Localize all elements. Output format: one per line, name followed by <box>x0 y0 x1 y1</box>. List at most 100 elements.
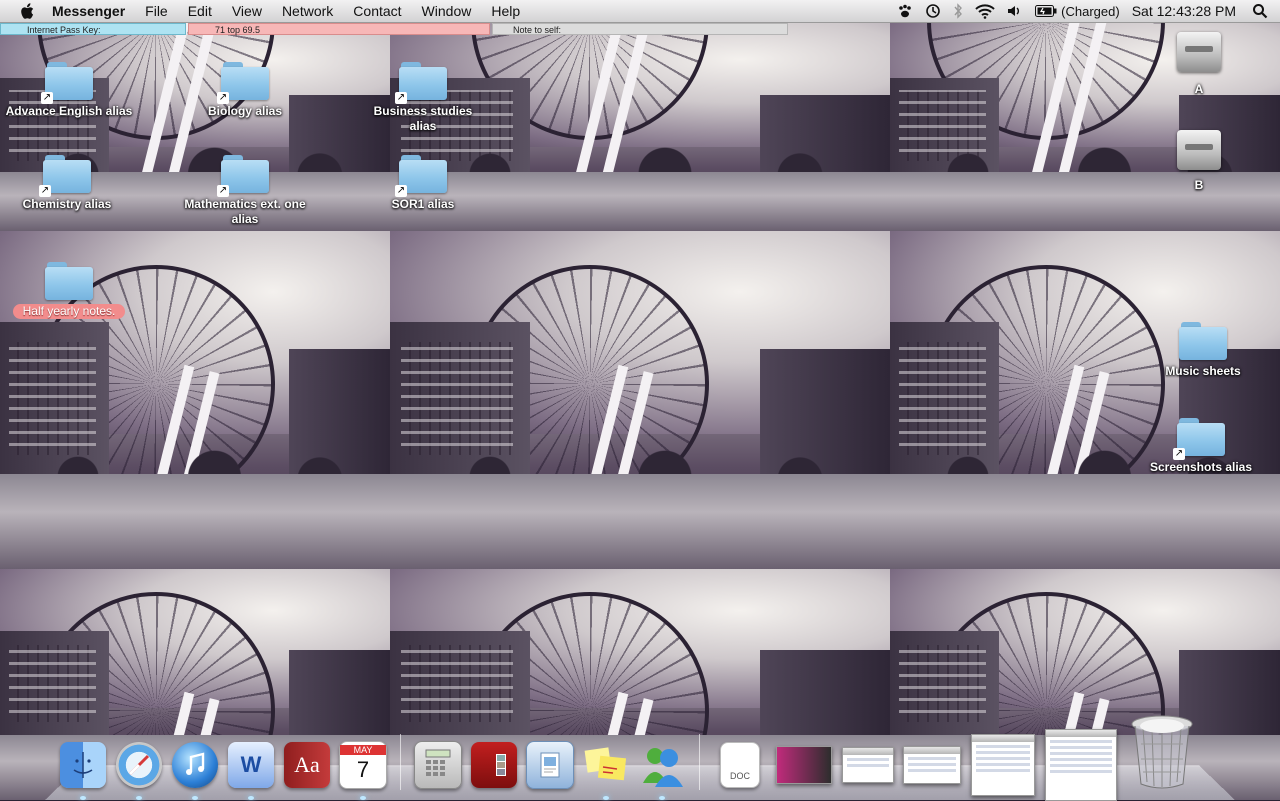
menu-edit[interactable]: Edit <box>178 0 222 22</box>
battery-status[interactable]: (Charged) <box>1029 4 1126 19</box>
sticky-note-self[interactable]: Note to self: <box>492 23 788 35</box>
desktop-icon-label: Music sheets <box>1165 364 1241 378</box>
spotlight-icon[interactable] <box>1246 3 1280 19</box>
desktop-wallpaper <box>0 22 1280 800</box>
folder-icon <box>45 262 93 300</box>
wifi-icon[interactable] <box>969 3 1001 19</box>
bluetooth-icon[interactable] <box>947 3 969 19</box>
menu-file[interactable]: File <box>135 0 178 22</box>
sticky-note-score[interactable]: 71 top 69.5 <box>188 23 490 35</box>
document-icon: DOC <box>720 742 760 788</box>
battery-text: (Charged) <box>1061 3 1120 19</box>
dock-calculator[interactable] <box>413 740 463 790</box>
window-thumbnail <box>971 734 1035 796</box>
dock-minimized-safari-window[interactable] <box>774 740 834 790</box>
window-thumbnail <box>903 746 961 784</box>
menu-help[interactable]: Help <box>481 0 530 22</box>
dock-safari[interactable] <box>114 740 164 800</box>
desktop-icon-sor1[interactable]: ↗ SOR1 alias <box>348 155 498 212</box>
menu-network[interactable]: Network <box>272 0 343 22</box>
folder-icon: ↗ <box>395 155 447 197</box>
dock-minimized-messenger-window-3[interactable] <box>1044 729 1118 801</box>
dock-ical[interactable]: MAY 7 <box>338 740 388 800</box>
dock-minimized-safari-window-2[interactable] <box>902 740 962 790</box>
ical-icon: MAY 7 <box>339 741 387 789</box>
word-icon: W <box>228 742 274 788</box>
dock-preview[interactable] <box>525 740 575 790</box>
menu-window[interactable]: Window <box>412 0 482 22</box>
dock-finder[interactable] <box>58 740 108 800</box>
window-thumbnail <box>776 746 832 784</box>
folder-icon: ↗ <box>41 62 93 104</box>
folder-icon: ↗ <box>39 155 91 197</box>
dock-dictionary[interactable]: Aa <box>282 740 332 790</box>
itunes-icon <box>172 742 218 788</box>
stickies-icon <box>583 742 629 788</box>
desktop-icon-screenshots[interactable]: ↗ Screenshots alias <box>1126 418 1276 475</box>
finder-icon <box>60 742 106 788</box>
menu-view[interactable]: View <box>222 0 272 22</box>
dock-itunes[interactable] <box>170 740 220 800</box>
folder-icon: ↗ <box>1173 418 1225 460</box>
window-thumbnail <box>1045 729 1117 801</box>
desktop-icon-label: Chemistry alias <box>22 197 112 211</box>
dock-separator <box>699 734 700 790</box>
menu-contact[interactable]: Contact <box>343 0 411 22</box>
desktop-icon-biology[interactable]: ↗ Biology alias <box>170 62 320 119</box>
dictionary-icon: Aa <box>284 742 330 788</box>
dock-minimized-messenger-window-2[interactable] <box>968 734 1038 796</box>
apple-menu-icon[interactable] <box>18 2 36 20</box>
dock-photo-booth[interactable] <box>469 740 519 790</box>
dock-word[interactable]: W <box>226 740 276 800</box>
battery-icon <box>1035 5 1057 17</box>
folder-icon <box>1179 322 1227 360</box>
menu-bar: Messenger File Edit View Network Contact… <box>0 0 1280 23</box>
desktop-icon-label: Half yearly notes. <box>12 304 126 319</box>
dock: W Aa MAY 7 DOC <box>58 715 1200 801</box>
dock-minimized-messenger-window-1[interactable] <box>840 740 896 790</box>
desktop-icon-label: B <box>1194 178 1204 192</box>
paw-icon[interactable] <box>891 4 919 18</box>
wallpaper-tile <box>390 231 890 569</box>
dock-messenger[interactable] <box>637 740 687 800</box>
ical-month: MAY <box>340 745 386 755</box>
ical-day: 7 <box>356 757 370 782</box>
window-thumbnail <box>842 747 894 783</box>
desktop-icon-label: SOR1 alias <box>391 197 455 211</box>
sticky-note-pass-key[interactable]: Internet Pass Key: <box>0 23 186 35</box>
photo-booth-icon <box>471 742 517 788</box>
preview-icon <box>526 741 574 789</box>
dock-stickies[interactable] <box>581 740 631 800</box>
app-menu-messenger[interactable]: Messenger <box>46 0 135 22</box>
hard-drive-icon <box>1177 130 1221 170</box>
folder-icon: ↗ <box>217 62 269 104</box>
safari-icon <box>116 742 162 788</box>
desktop-icon-chemistry[interactable]: ↗ Chemistry alias <box>0 155 142 212</box>
desktop-icon-label: Mathematics ext. one alias <box>184 197 306 226</box>
calculator-icon <box>414 741 462 789</box>
desktop-icon-mathematics[interactable]: ↗ Mathematics ext. one alias <box>170 155 320 227</box>
time-machine-icon[interactable] <box>919 3 947 19</box>
desktop-icon-label: A <box>1194 82 1204 96</box>
desktop-icon-half-yearly-notes[interactable]: Half yearly notes. <box>0 262 144 320</box>
desktop-icon-label: Advance English alias <box>5 104 133 118</box>
desktop-icon-music-sheets[interactable]: Music sheets <box>1128 322 1278 379</box>
dock-separator <box>400 734 401 790</box>
desktop-icon-label: Biology alias <box>207 104 283 118</box>
desktop-icon-label: Business studies alias <box>373 104 473 133</box>
hard-drive-icon <box>1177 32 1221 72</box>
trash-icon <box>1129 714 1195 790</box>
desktop-icon-drive-a[interactable]: A <box>1124 32 1274 97</box>
desktop-icon-label: Screenshots alias <box>1149 460 1253 474</box>
dock-trash[interactable] <box>1124 714 1200 790</box>
dock-doc-file[interactable]: DOC <box>712 740 768 790</box>
desktop-icon-advance-english[interactable]: ↗ Advance English alias <box>0 62 144 119</box>
messenger-icon <box>639 742 685 788</box>
folder-icon: ↗ <box>395 62 447 104</box>
wallpaper-tile <box>890 231 1280 569</box>
desktop-icon-business-studies[interactable]: ↗ Business studies alias <box>348 62 498 134</box>
menu-clock[interactable]: Sat 12:43:28 PM <box>1126 3 1246 19</box>
desktop-icon-drive-b[interactable]: B <box>1124 130 1274 193</box>
volume-icon[interactable] <box>1001 4 1029 18</box>
folder-icon: ↗ <box>217 155 269 197</box>
